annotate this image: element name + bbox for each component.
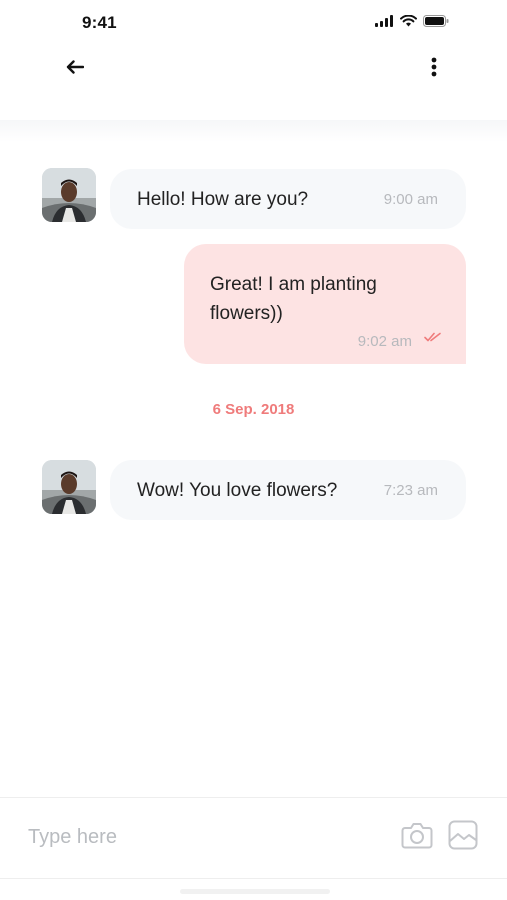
- more-vertical-icon: [431, 57, 437, 82]
- message-input[interactable]: [28, 820, 368, 854]
- message-text: Great! I am planting flowers)): [210, 274, 377, 324]
- wifi-icon: [400, 15, 417, 27]
- battery-icon: [423, 15, 449, 27]
- message-bubble-incoming[interactable]: Wow! You love flowers? 7:23 am: [110, 460, 466, 520]
- message-bubble-incoming[interactable]: Hello! How are you? 9:00 am: [110, 169, 466, 229]
- chat-header: [0, 44, 507, 128]
- status-icons: [375, 15, 449, 27]
- message-time: 9:00 am: [383, 191, 438, 208]
- image-icon: [448, 820, 478, 855]
- status-time: 9:41: [82, 13, 117, 32]
- camera-button[interactable]: [400, 820, 434, 854]
- status-bar: 9:41: [0, 0, 507, 44]
- avatar[interactable]: [42, 460, 96, 514]
- gallery-button[interactable]: [446, 820, 480, 854]
- home-indicator: [180, 889, 330, 894]
- date-divider: 6 Sep. 2018: [212, 401, 295, 418]
- message-time: 7:23 am: [383, 482, 438, 499]
- double-check-icon: [424, 329, 442, 347]
- avatar[interactable]: [42, 168, 96, 222]
- header-divider: [0, 120, 507, 142]
- arrow-left-icon: [66, 59, 85, 79]
- message-time: 9:02 am: [357, 333, 412, 350]
- more-options-button[interactable]: [422, 56, 446, 82]
- signal-icon: [375, 15, 394, 27]
- back-button[interactable]: [62, 58, 88, 80]
- camera-icon: [401, 821, 433, 854]
- message-text: Wow! You love flowers?: [137, 480, 338, 501]
- message-composer: [0, 797, 507, 879]
- message-text: Hello! How are you?: [137, 189, 309, 210]
- message-bubble-outgoing[interactable]: Great! I am planting flowers)) 9:02 am: [184, 244, 466, 364]
